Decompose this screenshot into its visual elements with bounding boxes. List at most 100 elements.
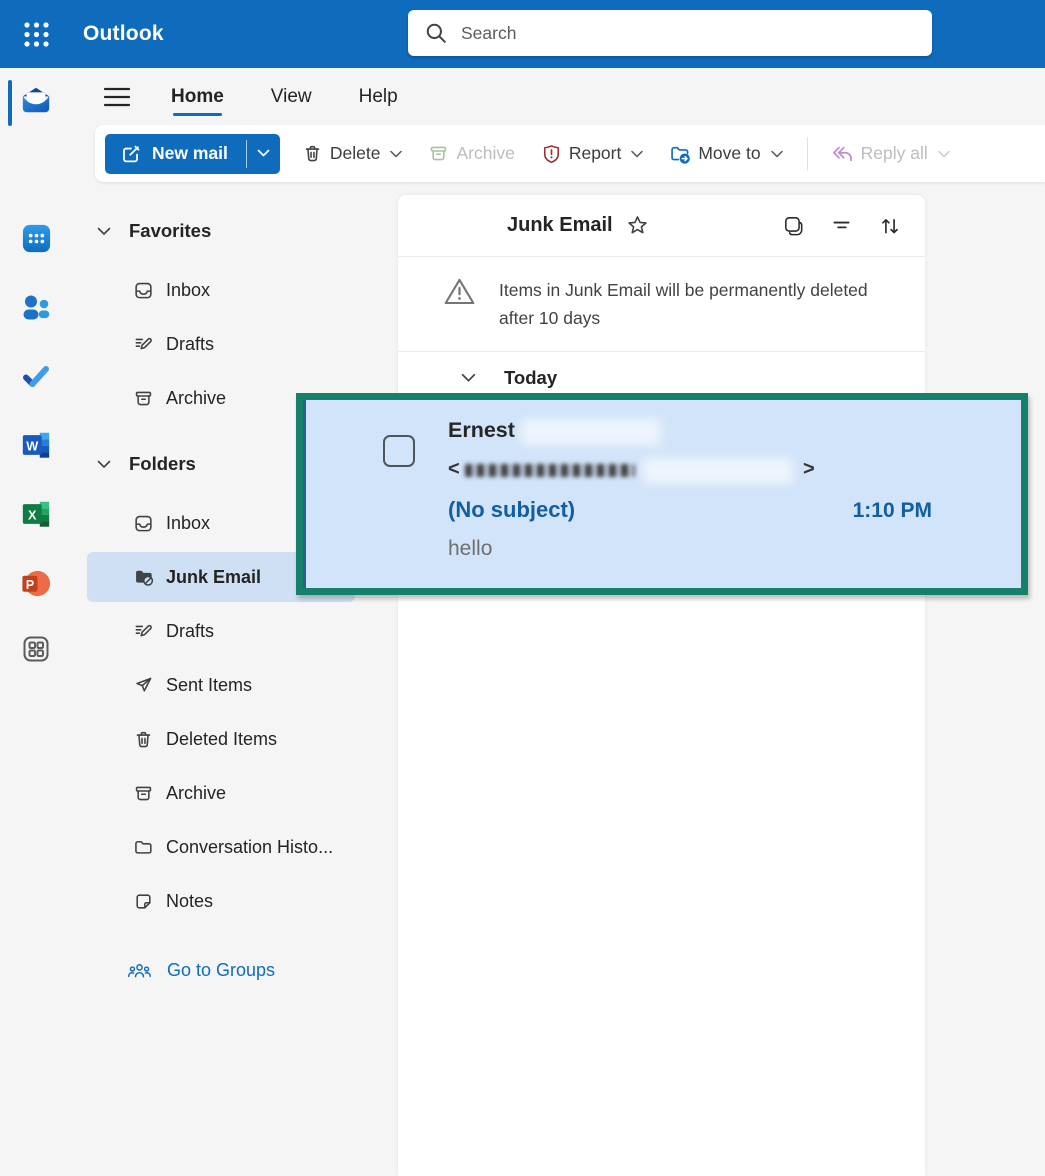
new-mail-button[interactable]: New mail (105, 134, 246, 174)
rail-item-people[interactable] (19, 290, 53, 324)
tab-home[interactable]: Home (171, 68, 224, 125)
toolbar-divider (807, 137, 808, 171)
chevron-down-icon (97, 227, 111, 236)
more-apps-grid-icon (19, 632, 53, 666)
ribbon-tabs: Home View Help (171, 68, 398, 125)
app-title: Outlook (83, 22, 164, 46)
tab-view[interactable]: View (271, 68, 312, 125)
email-checkbox[interactable] (383, 435, 415, 467)
word-app-icon: W (20, 429, 52, 461)
select-all-icon[interactable] (783, 215, 804, 236)
trash-icon (133, 729, 154, 750)
filter-icon[interactable] (831, 215, 852, 236)
svg-text:W: W (26, 440, 38, 454)
rail-item-powerpoint[interactable]: P (19, 566, 53, 600)
command-toolbar: New mail Delete (95, 125, 1045, 182)
inbox-icon (133, 513, 154, 534)
svg-text:P: P (25, 577, 33, 591)
favorites-section-header[interactable]: Favorites (73, 215, 398, 247)
trash-icon (302, 143, 323, 164)
reply-all-icon (830, 143, 854, 165)
hamburger-menu-icon[interactable] (100, 80, 134, 114)
message-list-panel: Junk Email (398, 195, 925, 1176)
email-preview: hello (448, 537, 492, 561)
archive-icon (133, 388, 154, 409)
chevron-down-icon (771, 150, 783, 158)
app-launcher-waffle-icon[interactable] (10, 8, 62, 60)
chevron-down-icon (631, 150, 643, 158)
archive-icon (428, 143, 449, 164)
powerpoint-app-icon: P (20, 567, 53, 600)
search-box[interactable] (408, 10, 932, 56)
redacted-sender-surname (521, 419, 661, 445)
sort-icon[interactable] (879, 215, 901, 237)
folder-item-archive[interactable]: Archive (73, 766, 398, 820)
new-mail-split-button[interactable]: New mail (105, 134, 280, 174)
drafts-pencil-icon (133, 621, 154, 642)
new-mail-dropdown-button[interactable] (247, 134, 280, 174)
rail-item-more-apps[interactable] (19, 632, 53, 666)
warning-text: Items in Junk Email will be permanently … (499, 276, 874, 332)
warning-triangle-icon (443, 276, 476, 306)
folder-item-drafts[interactable]: Drafts (73, 604, 398, 658)
archive-icon (133, 783, 154, 804)
address-close-bracket: > (803, 458, 815, 481)
chevron-down-icon (97, 460, 111, 469)
delete-button[interactable]: Delete (298, 134, 407, 174)
email-sender: Ernest (448, 418, 515, 443)
hamburger-icon (103, 85, 131, 109)
junk-retention-warning: Items in Junk Email will be permanently … (398, 257, 925, 351)
folder-pane: Favorites Inbox Drafts (73, 182, 398, 1176)
favorite-item-inbox[interactable]: Inbox (73, 263, 398, 317)
archive-button[interactable]: Archive (424, 134, 518, 174)
chevron-down-icon (257, 149, 270, 158)
email-time: 1:10 PM (853, 499, 932, 523)
waffle-icon (23, 21, 50, 48)
redacted-email-address (465, 464, 635, 477)
email-subject: (No subject) (448, 497, 575, 523)
excel-app-icon: X (20, 498, 52, 530)
app-rail: W X P (0, 68, 73, 1176)
go-to-groups-link[interactable]: Go to Groups (73, 943, 398, 997)
tab-help[interactable]: Help (359, 68, 398, 125)
shield-alert-icon (541, 143, 562, 164)
folder-item-conversation-history[interactable]: Conversation Histo... (73, 820, 398, 874)
search-input[interactable] (459, 22, 903, 45)
chevron-down-icon (390, 150, 402, 158)
reply-all-button[interactable]: Reply all (826, 134, 954, 174)
report-button[interactable]: Report (537, 134, 648, 174)
move-to-button[interactable]: Move to (665, 134, 786, 174)
redacted-email-address-tail (643, 458, 793, 484)
rail-item-mail[interactable] (19, 83, 53, 117)
chevron-down-icon (938, 150, 950, 158)
rail-item-calendar[interactable] (19, 221, 53, 255)
drafts-pencil-icon (133, 334, 154, 355)
inbox-icon (133, 280, 154, 301)
rail-item-word[interactable]: W (19, 428, 53, 462)
highlighted-email-item[interactable]: Ernest < > (No subject) 1:10 PM hello (296, 393, 1028, 595)
folder-item-deleted-items[interactable]: Deleted Items (73, 712, 398, 766)
folder-icon (133, 837, 154, 858)
junk-folder-icon (133, 566, 155, 588)
favorite-star-icon[interactable] (626, 214, 649, 237)
mail-app-icon (20, 84, 52, 116)
compose-icon (120, 143, 141, 164)
rail-item-todo[interactable] (19, 359, 53, 393)
chevron-down-icon[interactable] (461, 373, 476, 383)
top-app-bar: Outlook (0, 0, 1045, 68)
folder-item-notes[interactable]: Notes (73, 874, 398, 928)
rail-selected-indicator (8, 80, 12, 126)
people-app-icon (19, 290, 53, 324)
rail-item-excel[interactable]: X (19, 497, 53, 531)
main-content: Home View Help New mail (73, 68, 1045, 1176)
folder-title: Junk Email (507, 214, 613, 237)
svg-text:X: X (28, 509, 37, 523)
folder-move-icon (669, 143, 691, 165)
folder-item-sent-items[interactable]: Sent Items (73, 658, 398, 712)
send-icon (133, 675, 154, 696)
address-open-bracket: < (448, 458, 460, 481)
favorite-item-drafts[interactable]: Drafts (73, 317, 398, 371)
calendar-app-icon (20, 222, 53, 255)
search-icon (425, 22, 447, 44)
todo-app-icon (19, 359, 53, 393)
